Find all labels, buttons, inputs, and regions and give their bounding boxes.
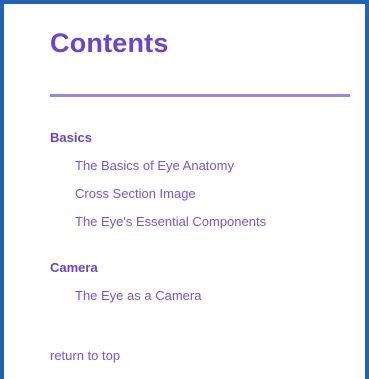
- link-eyes-essential-components[interactable]: The Eye's Essential Components: [75, 214, 266, 229]
- link-eye-as-a-camera[interactable]: The Eye as a Camera: [75, 288, 201, 303]
- contents-panel: Contents Basics The Basics of Eye Anatom…: [0, 0, 369, 379]
- section-heading-camera: Camera: [50, 260, 98, 275]
- return-to-top-link[interactable]: return to top: [50, 348, 120, 363]
- title-divider: [50, 94, 350, 97]
- link-basics-of-eye-anatomy[interactable]: The Basics of Eye Anatomy: [75, 158, 234, 173]
- link-cross-section-image[interactable]: Cross Section Image: [75, 186, 196, 201]
- section-heading-basics: Basics: [50, 130, 92, 145]
- page-title: Contents: [50, 28, 169, 58]
